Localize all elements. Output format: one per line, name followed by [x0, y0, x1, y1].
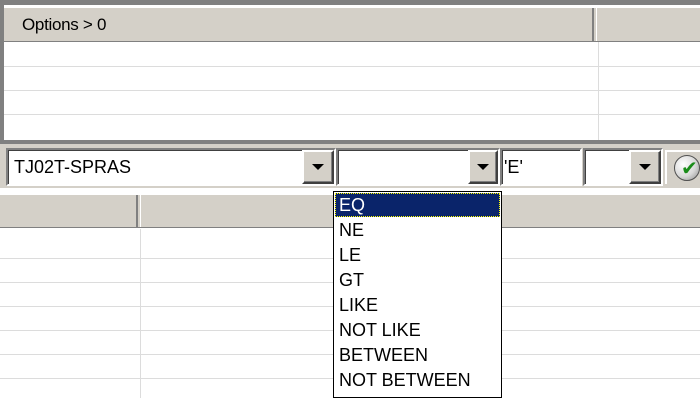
- compare-value-input[interactable]: 'E': [500, 148, 582, 186]
- field-select-dropdown-button[interactable]: [302, 150, 334, 184]
- grid-row-divider: [4, 66, 700, 67]
- grid-row-divider: [4, 90, 700, 91]
- operator-option-ne[interactable]: NE: [335, 218, 500, 242]
- operator-option-between[interactable]: BETWEEN: [335, 343, 500, 367]
- grid-column-divider: [598, 42, 599, 140]
- options-column-label: Options > 0: [22, 15, 107, 34]
- options-extra-column-header[interactable]: [596, 8, 700, 41]
- options-grid-header: Options > 0: [4, 5, 700, 42]
- chevron-down-icon: [312, 164, 324, 170]
- results-column-header-1[interactable]: [0, 195, 138, 227]
- grid-row-divider: [4, 114, 700, 115]
- compare-value-text: 'E': [504, 157, 523, 177]
- chevron-down-icon: [477, 164, 489, 170]
- apply-filter-button[interactable]: ✔: [665, 150, 700, 184]
- field-select-value: TJ02T-SPRAS: [14, 157, 132, 177]
- check-icon: ✔: [674, 155, 700, 181]
- operator-option-le[interactable]: LE: [335, 243, 500, 267]
- field-select[interactable]: TJ02T-SPRAS: [6, 148, 336, 186]
- results-column-divider: [140, 229, 141, 398]
- operator-option-gt[interactable]: GT: [335, 268, 500, 292]
- operator-option-like[interactable]: LIKE: [335, 293, 500, 317]
- operator-option-not-between[interactable]: NOT BETWEEN: [335, 368, 500, 392]
- extra-select-dropdown-button[interactable]: [629, 150, 661, 184]
- chevron-down-icon: [639, 164, 651, 170]
- operator-dropdown-list[interactable]: EQ NE LE GT LIKE NOT LIKE BETWEEN NOT BE…: [333, 191, 502, 398]
- options-column-header[interactable]: Options > 0: [4, 8, 594, 41]
- operator-option-eq[interactable]: EQ: [335, 193, 500, 217]
- operator-option-not-like[interactable]: NOT LIKE: [335, 318, 500, 342]
- operator-select-dropdown-button[interactable]: [468, 150, 498, 184]
